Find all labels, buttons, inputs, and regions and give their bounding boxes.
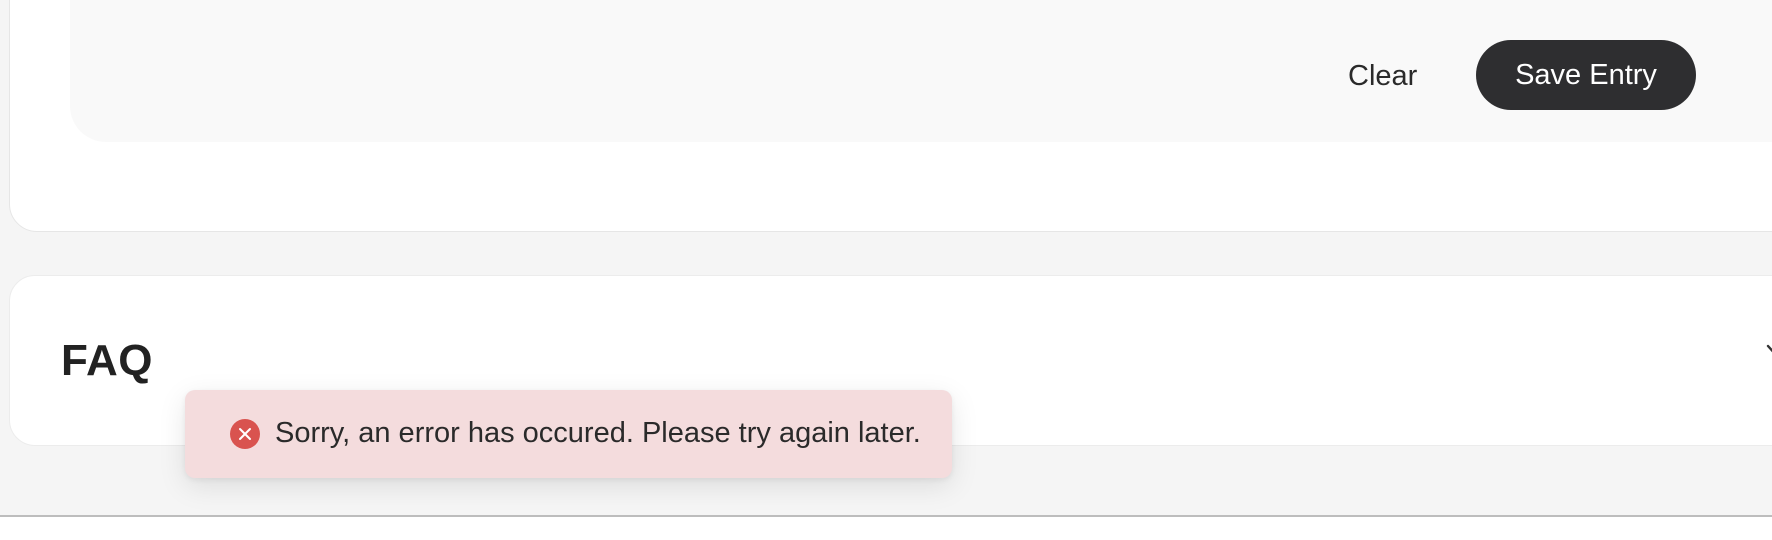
close-circle-icon — [230, 419, 260, 449]
toast-message: Sorry, an error has occured. Please try … — [275, 417, 921, 449]
chevron-down-icon[interactable] — [1762, 336, 1772, 366]
error-toast: Sorry, an error has occured. Please try … — [185, 390, 952, 478]
page: Clear Save Entry FAQ Sorry, an error has… — [0, 0, 1772, 540]
faq-title: FAQ — [61, 336, 153, 385]
bottom-bar — [0, 515, 1772, 540]
clear-button[interactable]: Clear — [1348, 55, 1417, 97]
entry-card — [9, 0, 1772, 232]
save-entry-button[interactable]: Save Entry — [1476, 40, 1696, 110]
